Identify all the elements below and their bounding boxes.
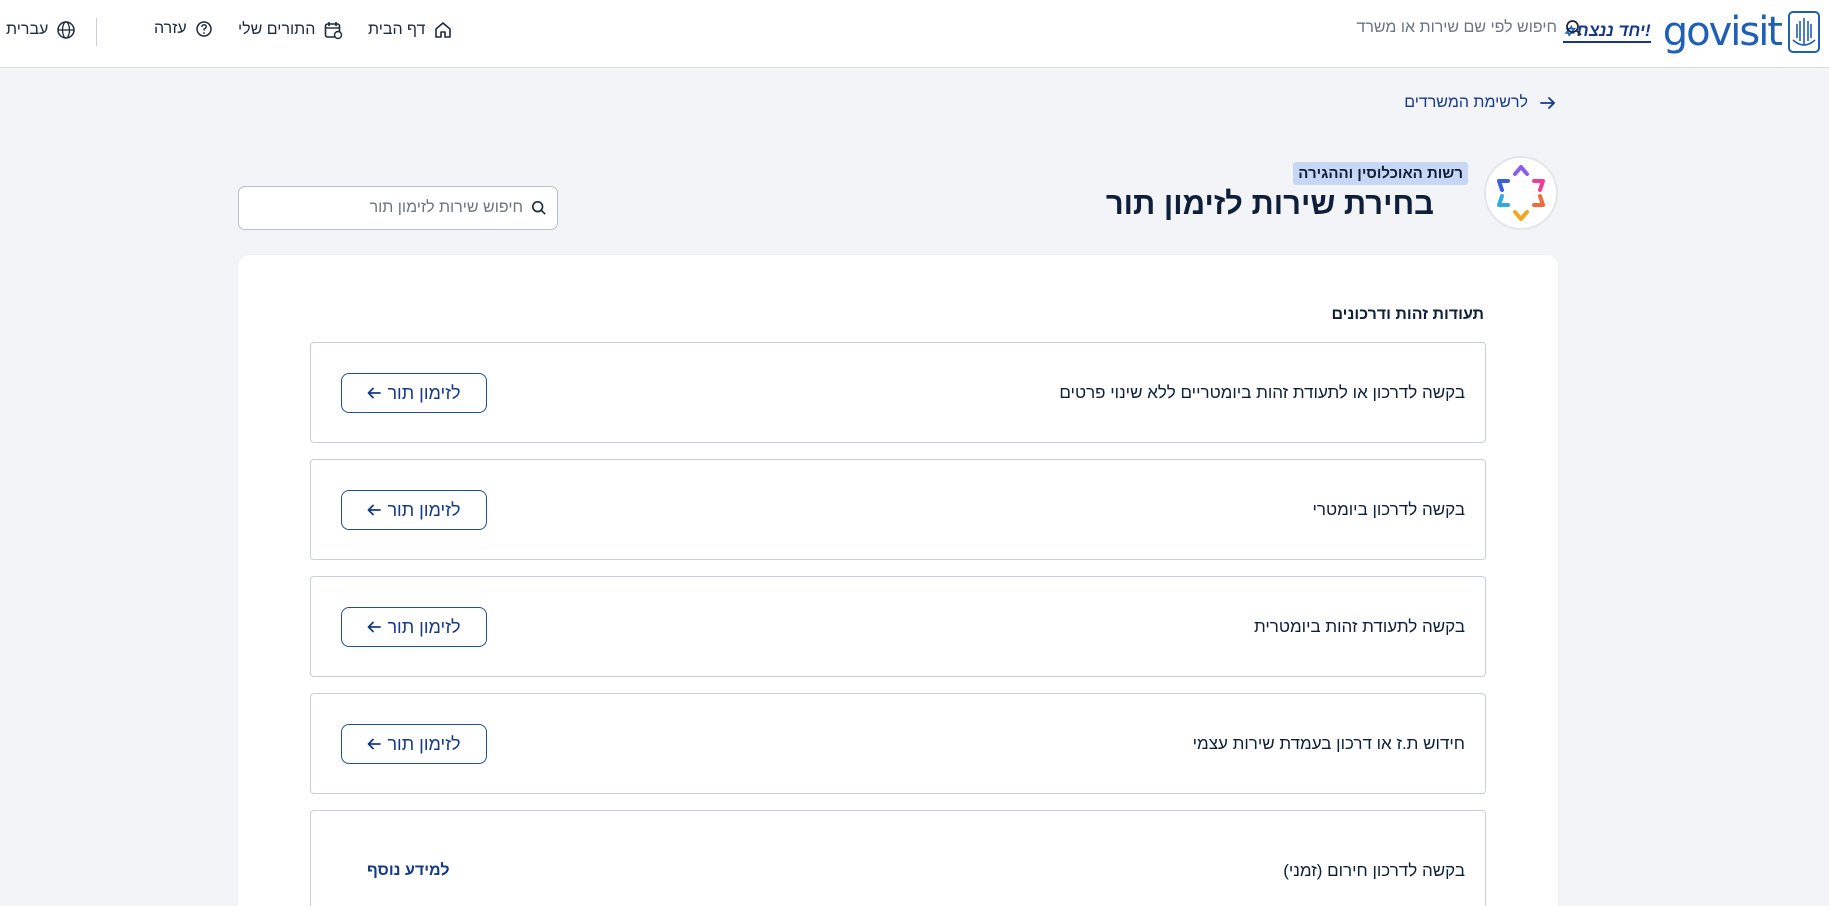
service-row: חידוש ת.ז או דרכון בעמדת שירות עצמי לזימ… xyxy=(310,693,1486,794)
top-header: ✡ יחד ננצח! govisit חיפוש לפי שם שירות א… xyxy=(0,0,1829,68)
section-title: תעודות זהות ודרכונים xyxy=(1331,306,1484,323)
slogan-text: יחד ננצח! xyxy=(1576,21,1651,40)
book-appointment-button[interactable]: לזימון תור xyxy=(341,373,487,413)
home-icon xyxy=(435,22,452,38)
language-selector[interactable]: עברית xyxy=(6,20,76,40)
language-label: עברית xyxy=(6,21,49,38)
nav-home[interactable]: דף הבית xyxy=(368,20,453,40)
service-name: בקשה לדרכון חירום (זמני) xyxy=(1283,861,1465,880)
book-appointment-button[interactable]: לזימון תור xyxy=(341,724,487,764)
page-title: בחירת שירות לזימון תור xyxy=(1105,186,1434,221)
service-name: בקשה לדרכון או לתעודת זהות ביומטריים ללא… xyxy=(1059,382,1465,402)
back-link-label: לרשימת המשרדים xyxy=(1404,94,1528,111)
nav-help[interactable]: עזרה xyxy=(154,20,213,38)
arrow-left-icon xyxy=(368,621,382,633)
back-to-offices-link[interactable]: לרשימת המשרדים xyxy=(1404,94,1556,112)
search-icon xyxy=(1566,20,1582,36)
brand-logo-area[interactable]: ✡ יחד ננצח! govisit xyxy=(1563,8,1821,56)
book-button-label: לזימון תור xyxy=(387,733,461,754)
star-of-david-logo-icon xyxy=(1497,165,1545,221)
help-icon xyxy=(195,21,212,37)
search-icon xyxy=(531,200,546,215)
govisit-logo: govisit xyxy=(1662,9,1783,55)
nav-my-appointments[interactable]: התורים שלי xyxy=(238,20,343,40)
nav-help-label: עזרה xyxy=(154,20,187,37)
calendar-icon xyxy=(325,22,343,40)
state-emblem-icon xyxy=(1788,11,1820,53)
office-name-tag: רשות האוכלוסין וההגירה xyxy=(1293,162,1468,185)
arrow-left-icon xyxy=(368,738,382,750)
arrow-left-icon xyxy=(368,504,382,516)
book-button-label: לזימון תור xyxy=(387,499,461,520)
service-name: בקשה לדרכון ביומטרי xyxy=(1312,499,1465,519)
book-appointment-button[interactable]: לזימון תור xyxy=(341,490,487,530)
office-logo xyxy=(1484,156,1558,230)
global-search-input[interactable]: חיפוש לפי שם שירות או משרד xyxy=(1356,19,1557,37)
nav-my-appointments-label: התורים שלי xyxy=(238,21,316,38)
service-row: בקשה לתעודת זהות ביומטרית לזימון תור xyxy=(310,576,1486,677)
global-search[interactable]: חיפוש לפי שם שירות או משרד xyxy=(1356,19,1583,37)
service-row: בקשה לדרכון או לתעודת זהות ביומטריים ללא… xyxy=(310,342,1486,443)
service-row: בקשה לדרכון ביומטרי לזימון תור xyxy=(310,459,1486,560)
book-button-label: לזימון תור xyxy=(387,382,461,403)
nav-home-label: דף הבית xyxy=(368,21,426,38)
service-search-box[interactable] xyxy=(238,186,558,230)
service-name: חידוש ת.ז או דרכון בעמדת שירות עצמי xyxy=(1192,733,1465,753)
globe-icon xyxy=(57,21,76,39)
arrow-right-icon xyxy=(1540,97,1555,109)
more-info-link[interactable]: למידע נוסף xyxy=(367,862,449,880)
nav-divider xyxy=(96,18,97,46)
services-panel: תעודות זהות ודרכונים בקשה לדרכון או לתעו… xyxy=(238,255,1558,906)
service-search-input[interactable] xyxy=(263,199,523,217)
book-appointment-button[interactable]: לזימון תור xyxy=(341,607,487,647)
service-name: בקשה לתעודת זהות ביומטרית xyxy=(1253,616,1465,636)
book-button-label: לזימון תור xyxy=(387,616,461,637)
service-row: בקשה לדרכון חירום (זמני) למידע נוסף xyxy=(310,810,1486,906)
arrow-left-icon xyxy=(368,387,382,399)
